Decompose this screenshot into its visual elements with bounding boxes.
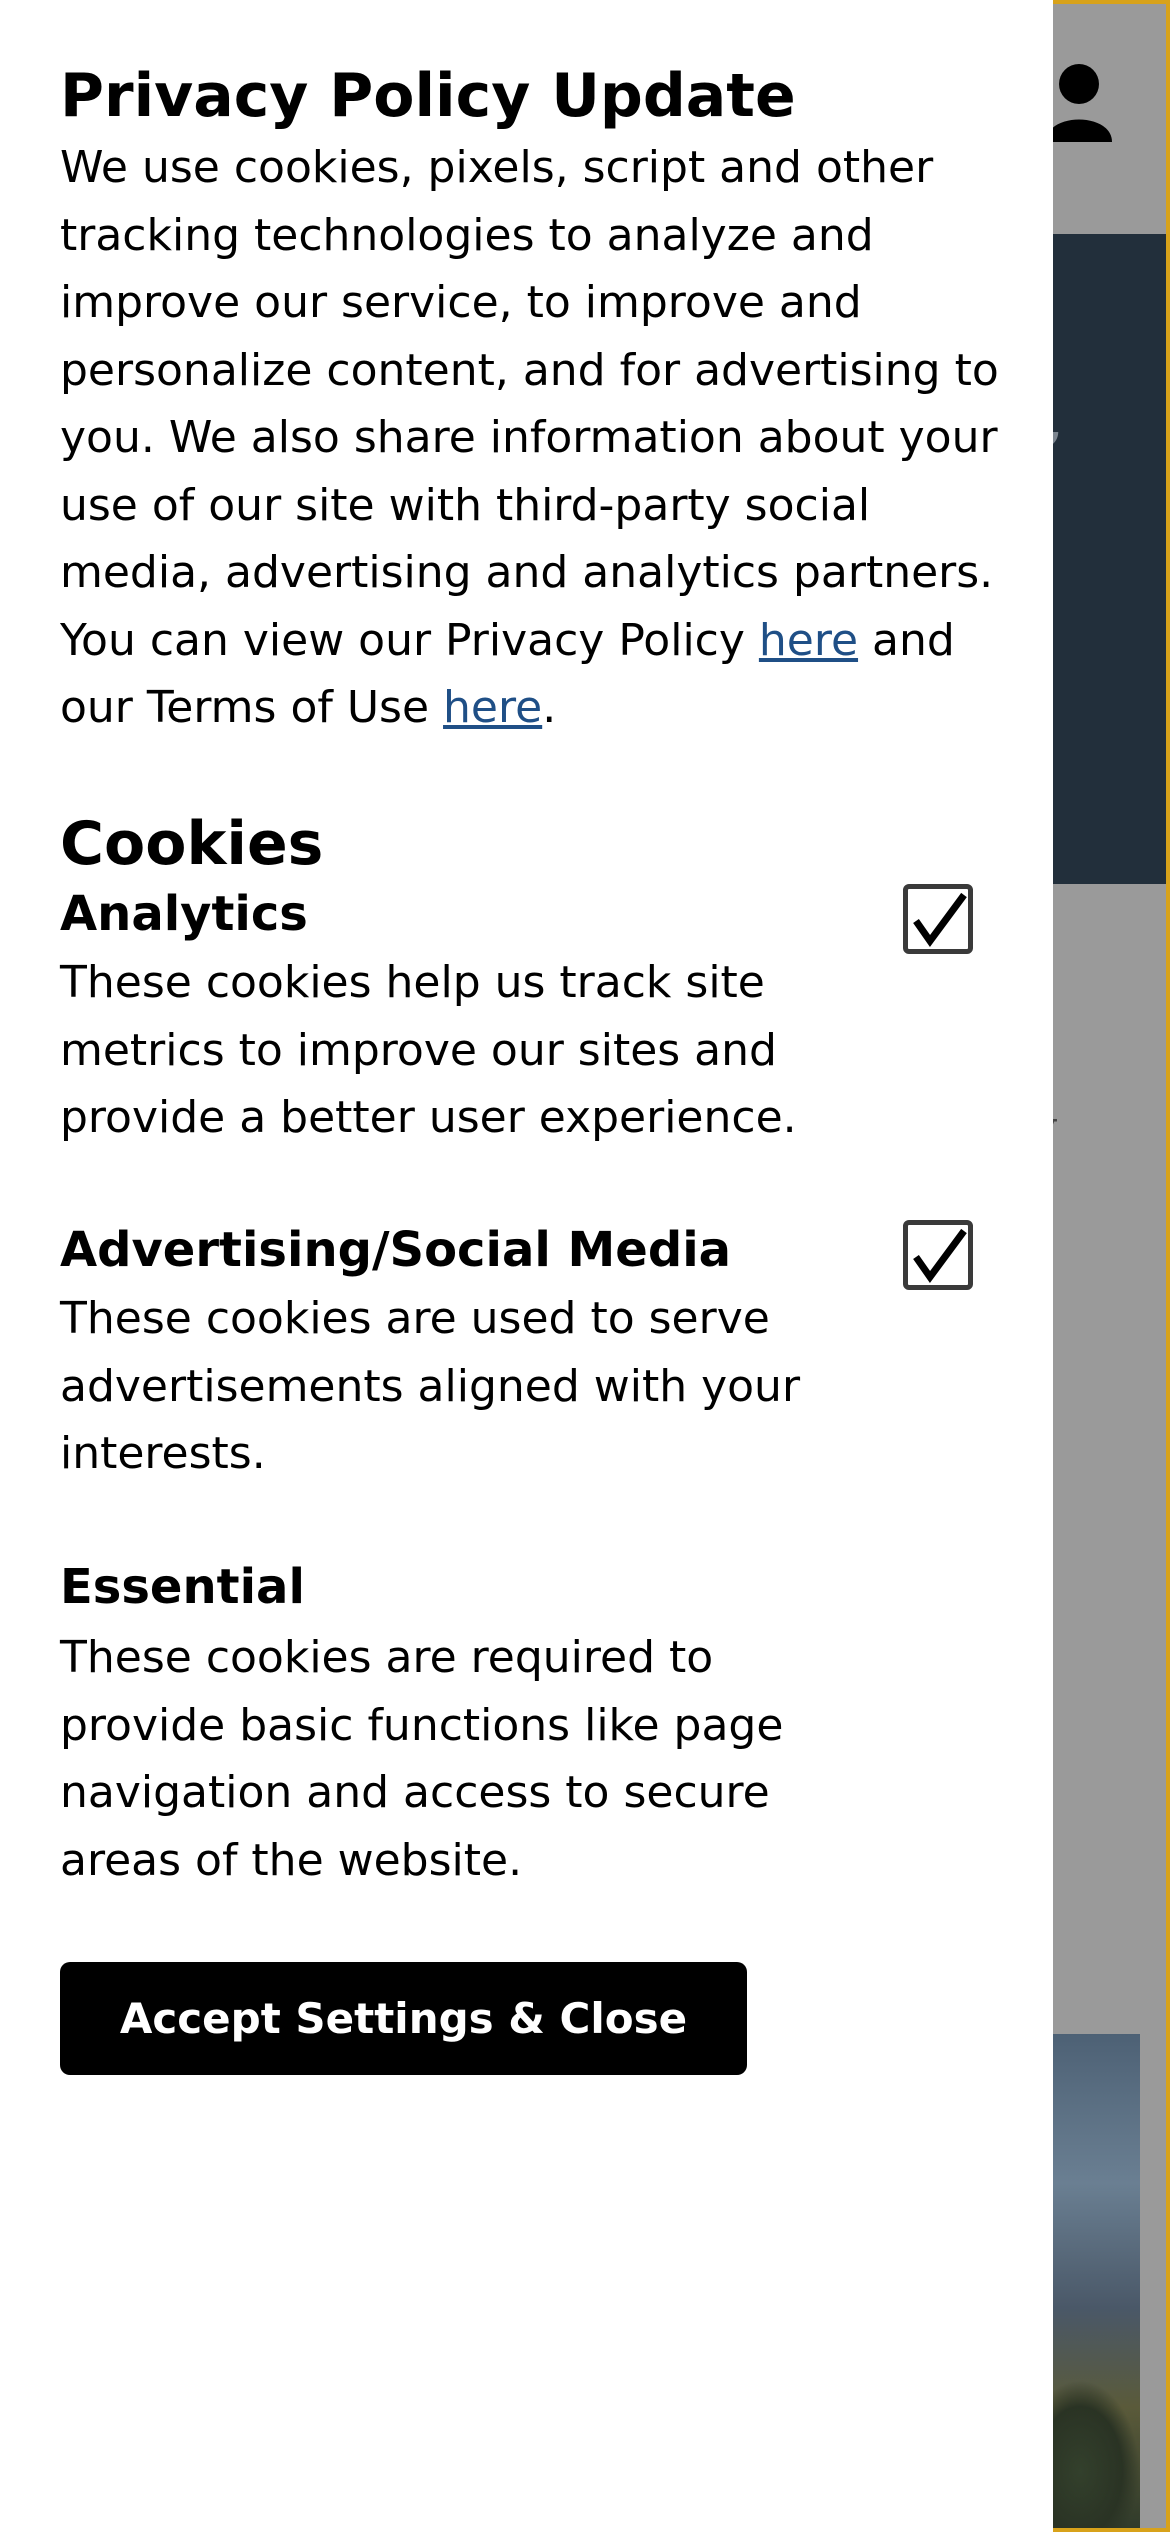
accent-border-bottom bbox=[1052, 2528, 1170, 2532]
analytics-checkbox[interactable] bbox=[903, 884, 973, 954]
accept-settings-button[interactable]: Accept Settings & Close bbox=[60, 1962, 747, 2075]
checkmark-icon bbox=[913, 1228, 967, 1283]
advertising-checkbox[interactable] bbox=[903, 1220, 973, 1290]
privacy-modal: Privacy Policy Update We use cookies, pi… bbox=[0, 0, 1053, 2532]
essential-title: Essential bbox=[60, 1559, 305, 1615]
terms-of-use-link[interactable]: here bbox=[443, 682, 542, 733]
intro-text: We use cookies, pixels, script and other… bbox=[60, 134, 1000, 742]
intro-body: We use cookies, pixels, script and other… bbox=[60, 142, 999, 666]
privacy-policy-link[interactable]: here bbox=[759, 615, 858, 666]
accent-border-right bbox=[1166, 0, 1170, 2532]
background-photo-tree bbox=[1040, 2380, 1140, 2532]
intro-end: . bbox=[542, 682, 557, 733]
advertising-description: These cookies are used to serve advertis… bbox=[60, 1293, 801, 1479]
modal-title: Privacy Policy Update bbox=[60, 61, 796, 131]
checkmark-icon bbox=[913, 892, 967, 947]
cookies-heading: Cookies bbox=[60, 809, 324, 879]
analytics-title: Analytics bbox=[60, 886, 308, 942]
advertising-title: Advertising/Social Media bbox=[60, 1222, 732, 1278]
essential-description: These cookies are required to provide ba… bbox=[60, 1632, 784, 1886]
user-icon[interactable] bbox=[1046, 62, 1112, 148]
analytics-description: These cookies help us track site metrics… bbox=[60, 957, 797, 1143]
